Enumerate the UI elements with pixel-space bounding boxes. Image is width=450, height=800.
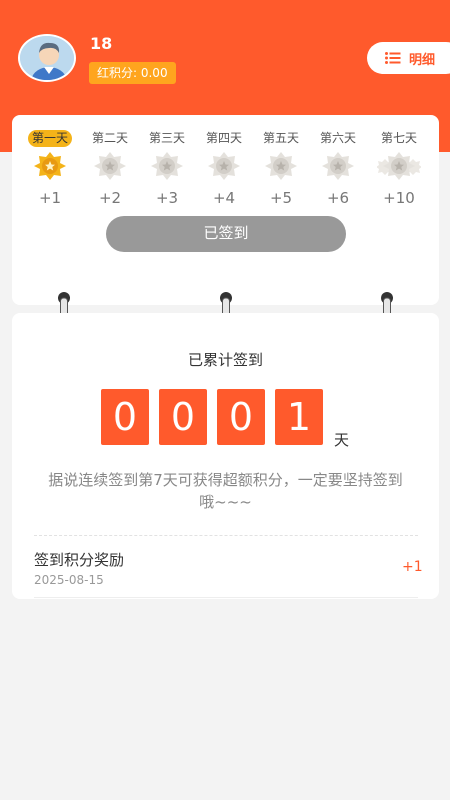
medal-active-icon [34,152,66,180]
day-label: 第四天 [205,131,242,145]
counter-digit: 0 [101,389,149,445]
day-points: +2 [98,189,122,207]
day-points: +3 [155,189,179,207]
total-checkin-title: 已累计签到 [187,351,263,369]
bonus-tip: 据说连续签到第7天可获得超额积分，一定要坚持签到哦~~~ [48,471,403,511]
dashed-divider [34,535,418,536]
record-title: 签到积分奖励 [34,551,125,569]
detail-button-label: 明细 [409,52,436,68]
detail-button[interactable]: 明细 [367,42,450,74]
day-label: 第六天 [319,131,356,145]
day-item-5: 第五天 +5 [255,127,307,207]
points-badge: 红积分: 0.00 [89,62,176,84]
record-points: +1 [402,559,423,575]
day-label: 第三天 [148,131,185,145]
medal-inactive-icon [151,152,183,180]
day-item-1: 第一天 +1 [24,127,76,207]
user-name: 18 [90,34,113,53]
medal-inactive-icon [265,152,297,180]
avatar[interactable] [18,34,76,82]
day-points: +1 [38,189,62,207]
day-label: 第五天 [262,131,299,145]
medal-inactive-icon [208,152,240,180]
day-points: +5 [269,189,293,207]
day-item-3: 第三天 +3 [141,127,193,207]
counter-digit: 0 [217,389,265,445]
counter-digit: 1 [275,389,323,445]
day-points: +10 [383,189,415,207]
day-item-2: 第二天 +2 [84,127,136,207]
day-item-4: 第四天 +4 [198,127,250,207]
medal-bonus-icon [377,152,421,180]
signed-in-button[interactable]: 已签到 [106,216,346,252]
day-label: 第一天 [27,130,72,147]
day-item-7: 第七天 +10 [373,127,425,207]
checkin-card: 第一天 +1 第二天 +2 第三天 +3 第四天 +4 第五天 +5 第六天 +… [12,115,439,305]
record-divider [34,597,418,598]
list-icon [385,52,401,64]
medal-inactive-icon [322,152,354,180]
day-points: +4 [212,189,236,207]
medal-inactive-icon [94,152,126,180]
day-label: 第二天 [91,131,128,145]
counter-digit: 0 [159,389,207,445]
counter-unit: 天 [334,431,350,449]
summary-card: 已累计签到 0 0 0 1 天 据说连续签到第7天可获得超额积分，一定要坚持签到… [12,313,439,599]
record-date: 2025-08-15 [34,573,104,587]
day-label: 第七天 [380,131,417,145]
day-item-6: 第六天 +6 [312,127,364,207]
day-points: +6 [326,189,350,207]
